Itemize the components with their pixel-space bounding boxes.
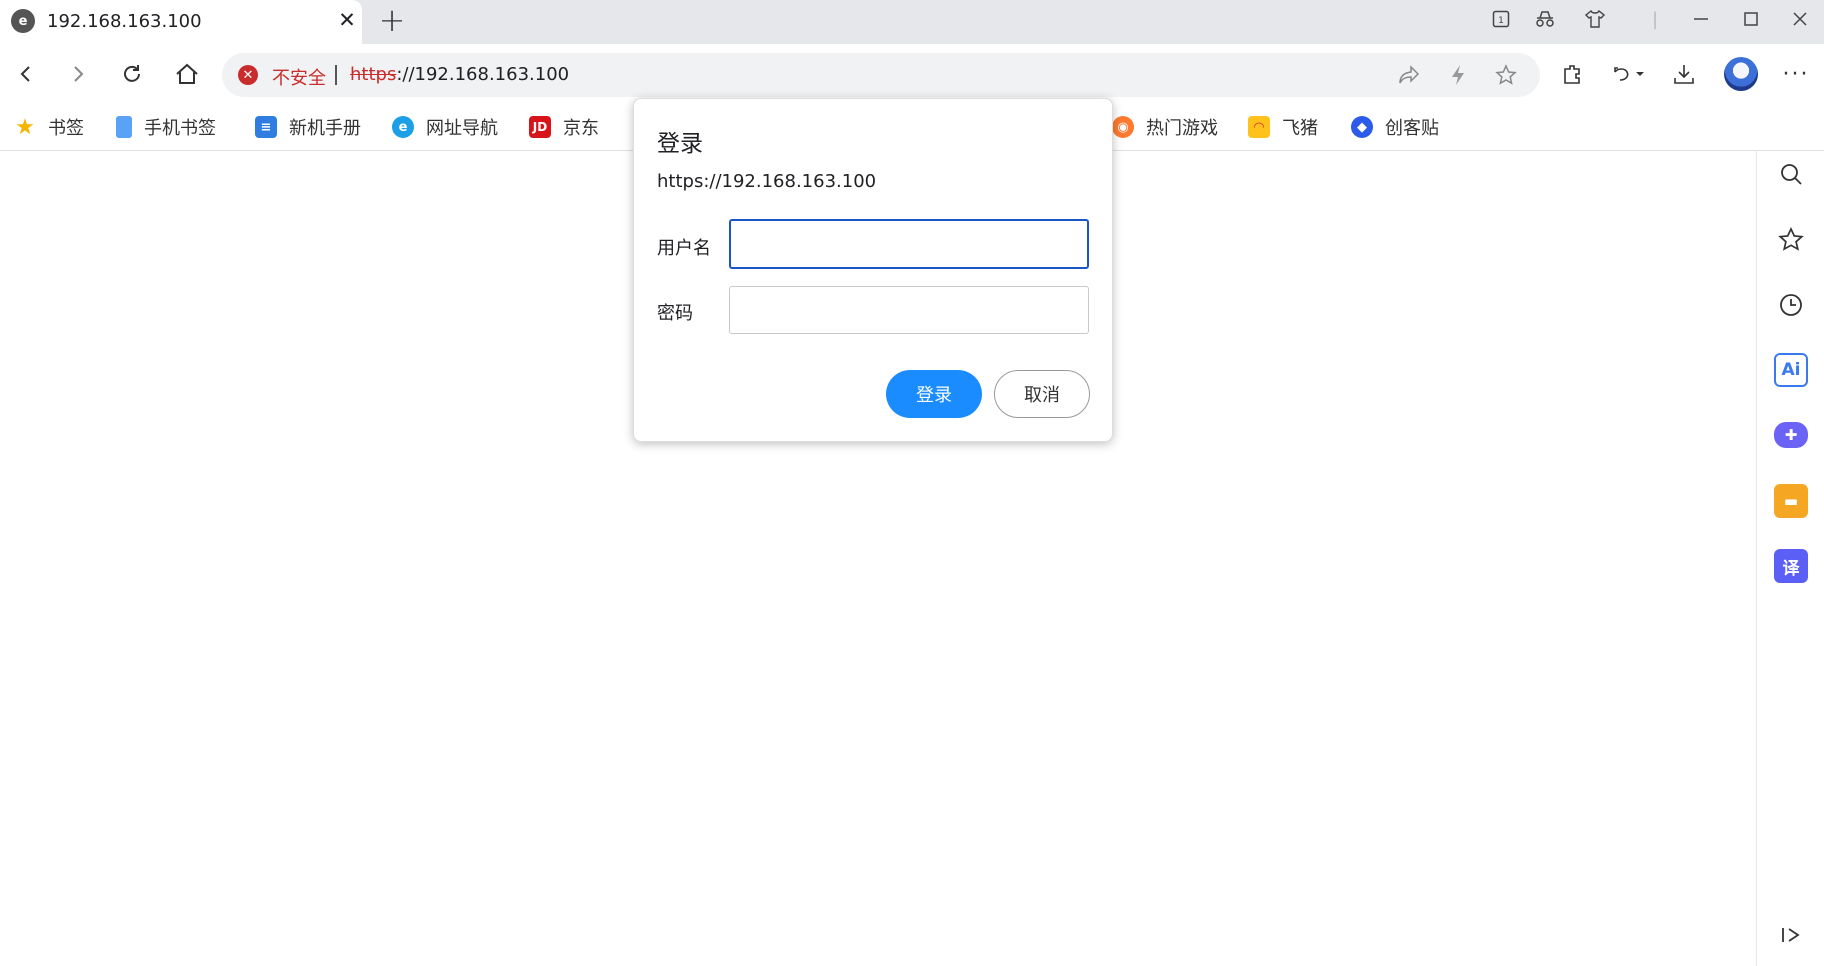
book-icon: ≡ (255, 116, 277, 138)
back-icon[interactable] (6, 54, 46, 94)
bookmark-item-mobile[interactable]: 手机书签 (116, 112, 216, 142)
bookmark-item-fliggy[interactable]: ◠ 飞猪 (1248, 112, 1318, 142)
game-icon: ◉ (1112, 116, 1134, 138)
bookmark-label: 手机书签 (144, 118, 216, 139)
history-icon[interactable] (1774, 288, 1808, 322)
extensions-icon[interactable] (1553, 54, 1593, 94)
reload-icon[interactable] (112, 54, 152, 94)
window-separator: | (1651, 8, 1659, 30)
skin-icon[interactable] (1577, 4, 1613, 34)
url-host: ://192.168.163.100 (396, 64, 570, 85)
download-icon[interactable] (1664, 54, 1704, 94)
password-input[interactable] (729, 286, 1089, 334)
address-bar[interactable]: ✕ 不安全 https://192.168.163.100 (222, 53, 1540, 97)
minimize-icon[interactable] (1683, 4, 1719, 34)
phone-icon (116, 116, 132, 138)
jd-icon: JD (529, 116, 551, 138)
window-close-icon[interactable] (1782, 4, 1818, 34)
incognito-icon[interactable] (1527, 4, 1563, 34)
url-text[interactable]: https://192.168.163.100 (350, 64, 569, 85)
bookmark-item-manual[interactable]: ≡ 新机手册 (255, 112, 361, 142)
tab-count-icon[interactable]: 1 (1483, 4, 1519, 34)
bookmark-label: 书签 (48, 118, 84, 139)
fliggy-icon: ◠ (1248, 116, 1270, 138)
bookmark-label: 京东 (563, 118, 599, 139)
browser-e-icon: e (392, 116, 414, 138)
insecure-icon[interactable]: ✕ (238, 65, 258, 85)
browser-logo-icon: e (11, 9, 35, 33)
bookmark-item-games[interactable]: ◉ 热门游戏 (1112, 112, 1218, 142)
right-sidebar: Ai ✚ ▬ 译 (1756, 151, 1824, 966)
favorites-icon[interactable] (1774, 223, 1808, 257)
gamepad-icon[interactable]: ✚ (1774, 422, 1808, 448)
star-icon: ★ (15, 114, 35, 140)
more-menu-icon[interactable]: ··· (1776, 54, 1816, 94)
bookmark-item-nav[interactable]: e 网址导航 (392, 112, 498, 142)
profile-avatar[interactable] (1724, 57, 1758, 91)
tab-active[interactable]: e 192.168.163.100 ✕ (0, 0, 362, 44)
ai-assistant-icon[interactable]: Ai (1774, 353, 1808, 387)
tab-bar: e 192.168.163.100 ✕ + 1 | (0, 0, 1824, 44)
toolbox-icon[interactable]: ▬ (1774, 484, 1808, 518)
url-scheme: https (350, 64, 397, 85)
svg-text:1: 1 (1498, 16, 1504, 26)
new-tab-button[interactable]: + (374, 3, 410, 39)
search-icon[interactable] (1774, 157, 1808, 191)
undo-dropdown-icon[interactable] (1603, 54, 1655, 94)
address-separator (335, 65, 337, 85)
lightning-icon[interactable] (1444, 61, 1472, 89)
bookmark-label: 新机手册 (289, 118, 361, 139)
bookmark-label: 网址导航 (426, 118, 498, 139)
collapse-sidebar-icon[interactable] (1774, 918, 1808, 952)
share-icon[interactable] (1395, 61, 1423, 89)
toolbar: ✕ 不安全 https://192.168.163.100 ··· (0, 44, 1824, 104)
dialog-url: https://192.168.163.100 (657, 171, 877, 192)
username-label: 用户名 (657, 238, 711, 259)
maximize-icon[interactable] (1733, 4, 1769, 34)
bookmark-item-chuangkit[interactable]: ◆ 创客贴 (1351, 112, 1439, 142)
bookmark-item-bookmarks[interactable]: ★ 书签 (14, 112, 84, 142)
bookmark-label: 飞猪 (1282, 118, 1318, 139)
username-input[interactable] (729, 219, 1089, 269)
chuangkit-icon: ◆ (1351, 116, 1373, 138)
login-button[interactable]: 登录 (886, 370, 982, 418)
home-icon[interactable] (167, 54, 207, 94)
translate-icon[interactable]: 译 (1774, 549, 1808, 583)
bookmark-item-jd[interactable]: JD 京东 (529, 112, 599, 142)
security-label[interactable]: 不安全 (272, 64, 326, 90)
cancel-button[interactable]: 取消 (994, 370, 1090, 418)
forward-icon[interactable] (58, 54, 98, 94)
bookmark-label: 热门游戏 (1146, 118, 1218, 139)
login-dialog: 登录 https://192.168.163.100 用户名 密码 登录 取消 (633, 98, 1113, 442)
tab-title: 192.168.163.100 (47, 11, 202, 32)
tab-close-icon[interactable]: ✕ (333, 6, 361, 34)
dialog-title: 登录 (657, 131, 703, 157)
bookmark-label: 创客贴 (1385, 118, 1439, 139)
password-label: 密码 (657, 303, 693, 324)
favorite-star-icon[interactable] (1492, 61, 1520, 89)
